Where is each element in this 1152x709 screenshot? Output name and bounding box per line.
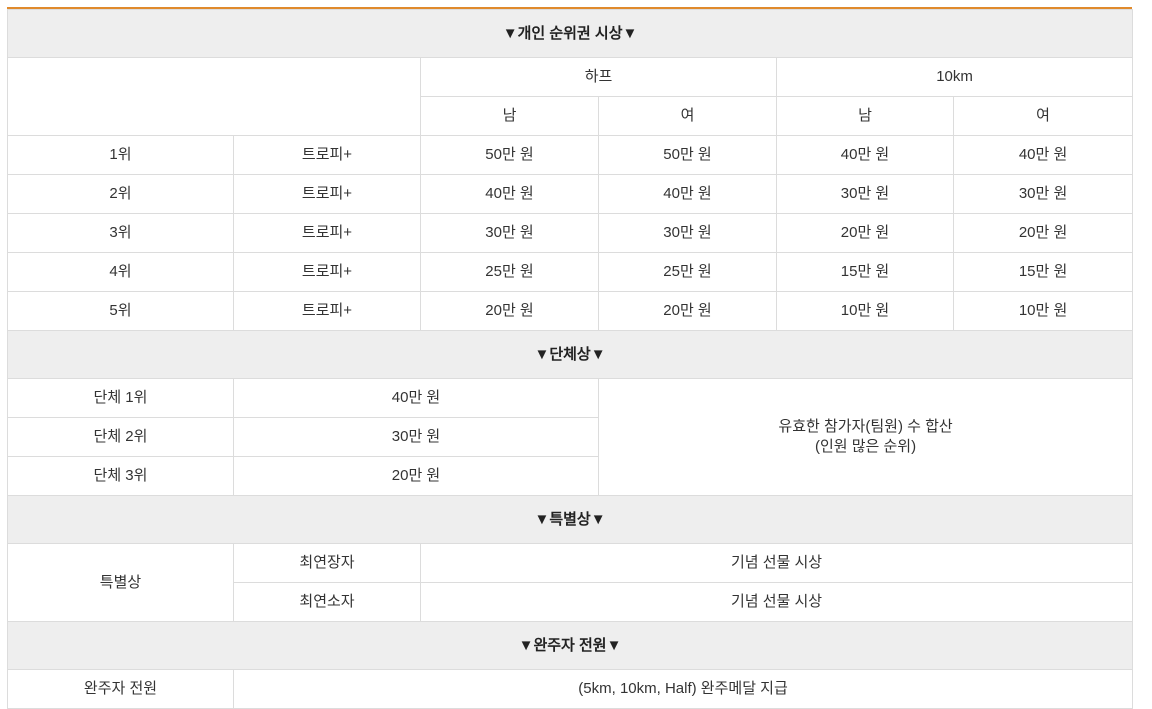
rank-cell: 4위 <box>7 252 234 292</box>
course-10km-header: 10km <box>775 57 1134 97</box>
amount-cell: 30만 원 <box>598 213 777 253</box>
special-reward-cell: 기념 선물 시상 <box>419 582 1134 622</box>
group-amount-cell: 40만 원 <box>233 378 599 418</box>
award-table-container: ▼개인 순위권 시상▼ 하프 10km 남 여 남 여 1위 트로피+ 50만 … <box>6 7 1134 709</box>
special-label-cell: 특별상 <box>7 543 234 622</box>
table-row: 2위 트로피+ 40만 원 40만 원 30만 원 30만 원 <box>7 174 1134 214</box>
section-row-finisher: ▼완주자 전원▼ <box>6 621 1134 670</box>
amount-cell: 30만 원 <box>776 174 954 214</box>
section-row-individual: ▼개인 순위권 시상▼ <box>6 9 1134 58</box>
gender-header: 남 <box>776 96 954 136</box>
group-amount-cell: 20만 원 <box>233 456 599 496</box>
amount-cell: 40만 원 <box>420 174 599 214</box>
amount-cell: 10만 원 <box>776 291 954 331</box>
group-note-cell: 유효한 참가자(팀원) 수 합산 (인원 많은 순위) <box>597 378 1134 496</box>
finisher-reward-cell: (5km, 10km, Half) 완주메달 지급 <box>232 669 1134 709</box>
rank-cell: 2위 <box>7 174 234 214</box>
amount-cell: 15만 원 <box>952 252 1134 292</box>
rank-cell: 5위 <box>7 291 234 331</box>
prize-cell: 트로피+ <box>233 252 421 292</box>
table-row: 3위 트로피+ 30만 원 30만 원 20만 원 20만 원 <box>7 213 1134 253</box>
prize-cell: 트로피+ <box>233 291 421 331</box>
group-rank-cell: 단체 1위 <box>7 378 234 418</box>
amount-cell: 40만 원 <box>598 174 777 214</box>
amount-cell: 25만 원 <box>420 252 599 292</box>
amount-cell: 20만 원 <box>420 291 599 331</box>
group-note-line: (인원 많은 순위) <box>814 438 917 455</box>
table-row: 단체 1위 40만 원 유효한 참가자(팀원) 수 합산 (인원 많은 순위) <box>7 378 1134 496</box>
group-amount-cell: 30만 원 <box>233 417 599 457</box>
empty-header-cell <box>7 57 421 136</box>
gender-header: 여 <box>598 96 777 136</box>
section-title-finisher: ▼완주자 전원▼ <box>6 621 1134 670</box>
table-row: 완주자 전원 (5km, 10km, Half) 완주메달 지급 <box>7 669 1134 709</box>
amount-cell: 20만 원 <box>598 291 777 331</box>
rank-cell: 1위 <box>7 135 234 175</box>
gender-header: 남 <box>420 96 599 136</box>
amount-cell: 30만 원 <box>420 213 599 253</box>
table-row: 1위 트로피+ 50만 원 50만 원 40만 원 40만 원 <box>7 135 1134 175</box>
prize-cell: 트로피+ <box>233 135 421 175</box>
section-title-special: ▼특별상▼ <box>6 495 1134 544</box>
amount-cell: 30만 원 <box>952 174 1134 214</box>
section-title-individual: ▼개인 순위권 시상▼ <box>6 9 1134 58</box>
special-name-cell: 최연소자 <box>233 582 421 622</box>
course-half-header: 하프 <box>420 57 777 97</box>
group-rank-cell: 단체 2위 <box>7 417 234 457</box>
gender-header: 여 <box>952 96 1134 136</box>
amount-cell: 20만 원 <box>952 213 1134 253</box>
award-table: ▼개인 순위권 시상▼ 하프 10km 남 여 남 여 1위 트로피+ 50만 … <box>6 9 1134 709</box>
table-row: 특별상 최연장자 기념 선물 시상 <box>7 543 1134 622</box>
section-title-group: ▼단체상▼ <box>6 330 1134 379</box>
special-reward-cell: 기념 선물 시상 <box>419 543 1134 583</box>
amount-cell: 50만 원 <box>598 135 777 175</box>
special-name-cell: 최연장자 <box>233 543 421 583</box>
table-row: 4위 트로피+ 25만 원 25만 원 15만 원 15만 원 <box>7 252 1134 292</box>
section-row-special: ▼특별상▼ <box>6 495 1134 544</box>
amount-cell: 50만 원 <box>420 135 599 175</box>
amount-cell: 15만 원 <box>776 252 954 292</box>
amount-cell: 10만 원 <box>952 291 1134 331</box>
table-row: 5위 트로피+ 20만 원 20만 원 10만 원 10만 원 <box>7 291 1134 331</box>
course-header-row: 하프 10km <box>7 57 1134 136</box>
amount-cell: 25만 원 <box>598 252 777 292</box>
group-rank-cell: 단체 3위 <box>7 456 234 496</box>
amount-cell: 20만 원 <box>776 213 954 253</box>
group-note-line: 유효한 참가자(팀원) 수 합산 <box>778 418 953 435</box>
section-row-group: ▼단체상▼ <box>6 330 1134 379</box>
amount-cell: 40만 원 <box>776 135 954 175</box>
finisher-label-cell: 완주자 전원 <box>7 669 234 709</box>
rank-cell: 3위 <box>7 213 234 253</box>
amount-cell: 40만 원 <box>952 135 1134 175</box>
prize-cell: 트로피+ <box>233 213 421 253</box>
prize-cell: 트로피+ <box>233 174 421 214</box>
